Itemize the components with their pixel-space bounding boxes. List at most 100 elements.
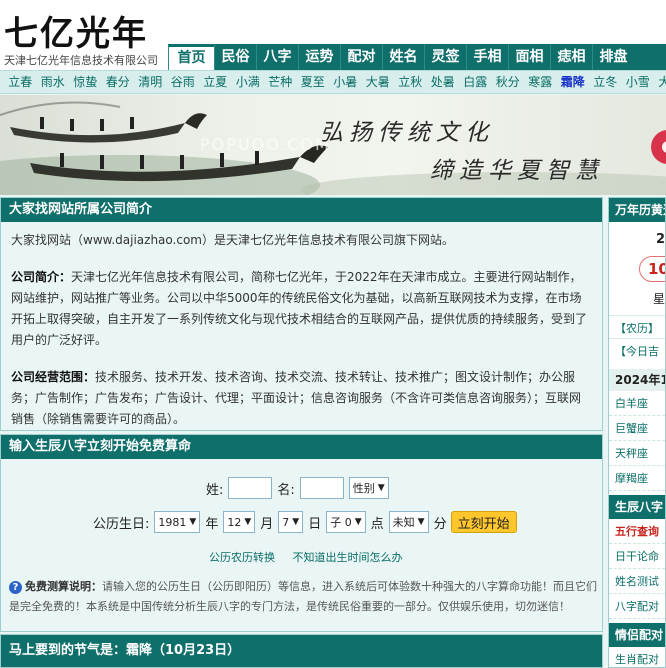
sidebar-list-item[interactable]: 天秤座 (609, 441, 665, 466)
solar-term-link[interactable]: 雨水 (37, 71, 70, 93)
calendar-day-badge: 10 (639, 256, 665, 282)
company-name: 天津七亿光年信息技术有限公司 (4, 54, 158, 67)
flower-icon (651, 130, 666, 164)
solar-term-link[interactable]: 立秋 (394, 71, 427, 93)
solar-term-link[interactable]: 白露 (459, 71, 492, 93)
birth-label: 公历生日: (93, 516, 150, 532)
solar-term-link[interactable]: 秋分 (492, 71, 525, 93)
sidebar-list-item[interactable]: 摩羯座 (609, 466, 665, 491)
surname-label: 姓: (206, 482, 224, 498)
love-list: 生肖配对 (609, 647, 665, 667)
solar-term-link[interactable]: 春分 (102, 71, 135, 93)
sidebar-list-item[interactable]: 姓名测试 (609, 569, 665, 594)
hour-unit: 点 (370, 516, 384, 532)
today-auspicious-link[interactable]: 【今日吉 (609, 338, 665, 359)
month-value: 12 (227, 515, 242, 529)
bazi-sidebar-title: 生辰八字 (609, 495, 665, 519)
solar-term-link[interactable]: 夏至 (297, 71, 330, 93)
start-button[interactable]: 立刻开始 (450, 511, 517, 533)
solar-term-link[interactable]: 惊蛰 (69, 71, 102, 93)
bazi-form-panel: 输入生辰八字立刻开始免费算命 姓: 名: 性别 ▼ 公历生日: 1981 ▼ 年 1… (0, 434, 603, 632)
profile-text: 天津七亿光年信息技术有限公司，简称七亿光年，于2022年在天津市成立。主要进行网… (11, 270, 588, 347)
surname-input[interactable] (228, 477, 273, 499)
nav-item-7[interactable]: 手相 (466, 44, 508, 70)
hour-value: 子 0 (330, 516, 352, 529)
next-solar-term-panel: 马上要到的节气是：霜降（10月23日） (0, 634, 603, 668)
sidebar-list-item[interactable]: 巨蟹座 (609, 416, 665, 441)
chevron-down-icon: ▼ (189, 517, 197, 527)
year-select[interactable]: 1981 ▼ (154, 511, 201, 533)
lunar-link[interactable]: 【农历】 (609, 315, 665, 336)
nav-item-0[interactable]: 首页 (168, 44, 214, 70)
zodiac-list: 白羊座 巨蟹座 天秤座 摩羯座 (609, 391, 665, 491)
solar-term-link[interactable]: 大暑 (362, 71, 395, 93)
minute-unit: 分 (433, 516, 447, 532)
calendar-title: 万年历黄道 (609, 198, 665, 222)
hour-select[interactable]: 子 0 ▼ (326, 511, 366, 533)
year-value: 1981 (158, 515, 187, 529)
solar-term-link[interactable]: 霜降 (557, 71, 590, 93)
banner-slogan-1: 弘扬传统文化 (320, 120, 494, 146)
birth-row: 公历生日: 1981 ▼ 年 12 ▼ 月 7 ▼ 日 子 0 ▼ 点 未知 ▼ 分 立刻… (93, 511, 517, 533)
solar-term-link[interactable]: 寒露 (524, 71, 557, 93)
month-unit: 月 (260, 516, 274, 532)
minute-select[interactable]: 未知 ▼ (388, 511, 429, 533)
love-title: 情侣配对 (609, 623, 665, 647)
solar-term-link[interactable]: 芒种 (264, 71, 297, 93)
name-row: 姓: 名: 性别 ▼ (206, 477, 389, 499)
nav-item-4[interactable]: 配对 (340, 44, 382, 70)
given-name-input[interactable] (299, 477, 344, 499)
solar-term-link[interactable]: 立冬 (589, 71, 622, 93)
solar-terms-bar: 立春 雨水 惊蛰 春分 清明 谷雨 立夏 小满 芒种 夏至 小暑 大暑 立秋 处暑 白露 秋分 寒露 霜降 立冬 小雪… (0, 70, 666, 94)
nav-item-3[interactable]: 运势 (298, 44, 340, 70)
nav-item-1[interactable]: 民俗 (214, 44, 256, 70)
bazi-sidebar-list: 五行查询 日干论命 姓名测试 八字配对 (609, 519, 665, 619)
banner: POPUOO.COM 弘扬传统文化 缔造华夏智慧 (0, 95, 666, 195)
year-unit: 年 (205, 516, 219, 532)
free-test-note: ? 免费测算说明：请输入您的公历生日（公历即阳历）等信息，进入系统后可体验数十种强… (9, 577, 599, 617)
scope-text: 技术服务、技术开发、技术咨询、技术交流、技术转让、技术推广；图文设计制作；办公服… (11, 370, 582, 426)
sidebar-list-item[interactable]: 白羊座 (609, 391, 665, 416)
nav-item-8[interactable]: 面相 (508, 44, 550, 70)
scope-label: 公司经营范围： (11, 370, 96, 384)
nav-item-5[interactable]: 姓名 (382, 44, 424, 70)
sidebar-list-item[interactable]: 生肖配对 (609, 647, 665, 667)
solar-term-link[interactable]: 立夏 (199, 71, 232, 93)
chevron-down-icon: ▼ (292, 517, 300, 527)
solar-term-link[interactable]: 立春 (4, 71, 37, 93)
solar-term-link[interactable]: 大雪 (654, 71, 666, 93)
given-name-label: 名: (277, 482, 295, 498)
sidebar-list-item[interactable]: 日干论命 (609, 544, 665, 569)
lunar-convert-link[interactable]: 公历农历转换 (209, 551, 275, 564)
month-select[interactable]: 12 ▼ (223, 511, 256, 533)
nav-item-9[interactable]: 痣相 (550, 44, 592, 70)
sidebar-list-item[interactable]: 八字配对 (609, 594, 665, 619)
day-value: 7 (282, 515, 290, 529)
chevron-down-icon: ▼ (244, 517, 252, 527)
solar-term-link[interactable]: 小暑 (329, 71, 362, 93)
gender-select[interactable]: 性别 ▼ (348, 477, 389, 499)
chevron-down-icon: ▼ (417, 517, 425, 527)
main-nav: 首页 民俗 八字 运势 配对 姓名 灵签 手相 面相 痣相 排盘 (168, 44, 666, 70)
company-intro-panel: 大家找网站所属公司简介 大家找网站（www.dajiazhao.com）是天津七… (0, 197, 603, 431)
solar-term-link[interactable]: 谷雨 (167, 71, 200, 93)
nav-item-6[interactable]: 灵签 (424, 44, 466, 70)
day-select[interactable]: 7 ▼ (278, 511, 304, 533)
solar-term-link[interactable]: 小雪 (622, 71, 655, 93)
site-logo[interactable]: 七亿光年 (4, 6, 148, 55)
question-icon: ? (9, 581, 22, 594)
minute-value: 未知 (392, 516, 415, 529)
day-unit: 日 (308, 516, 322, 532)
unknown-time-link[interactable]: 不知道出生时间怎么办 (293, 551, 403, 564)
right-sidebar: 万年历黄道 2 10 星 【农历】 【今日吉 2024年10 白羊座巨蟹座天秤座… (608, 197, 666, 668)
intro-paragraph-site: 大家找网站（www.dajiazhao.com）是天津七亿光年信息技术有限公司旗… (11, 233, 454, 247)
nav-item-2[interactable]: 八字 (256, 44, 298, 70)
calendar-number: 2 (655, 232, 665, 247)
solar-term-link[interactable]: 清明 (134, 71, 167, 93)
next-term-title: 马上要到的节气是：霜降（10月23日） (1, 635, 602, 667)
nav-item-10[interactable]: 排盘 (592, 44, 634, 70)
solar-term-link[interactable]: 小满 (232, 71, 265, 93)
helper-links: 公历农历转换 不知道出生时间怎么办 (209, 549, 417, 565)
sidebar-list-item[interactable]: 五行查询 (609, 519, 665, 544)
solar-term-link[interactable]: 处暑 (427, 71, 460, 93)
